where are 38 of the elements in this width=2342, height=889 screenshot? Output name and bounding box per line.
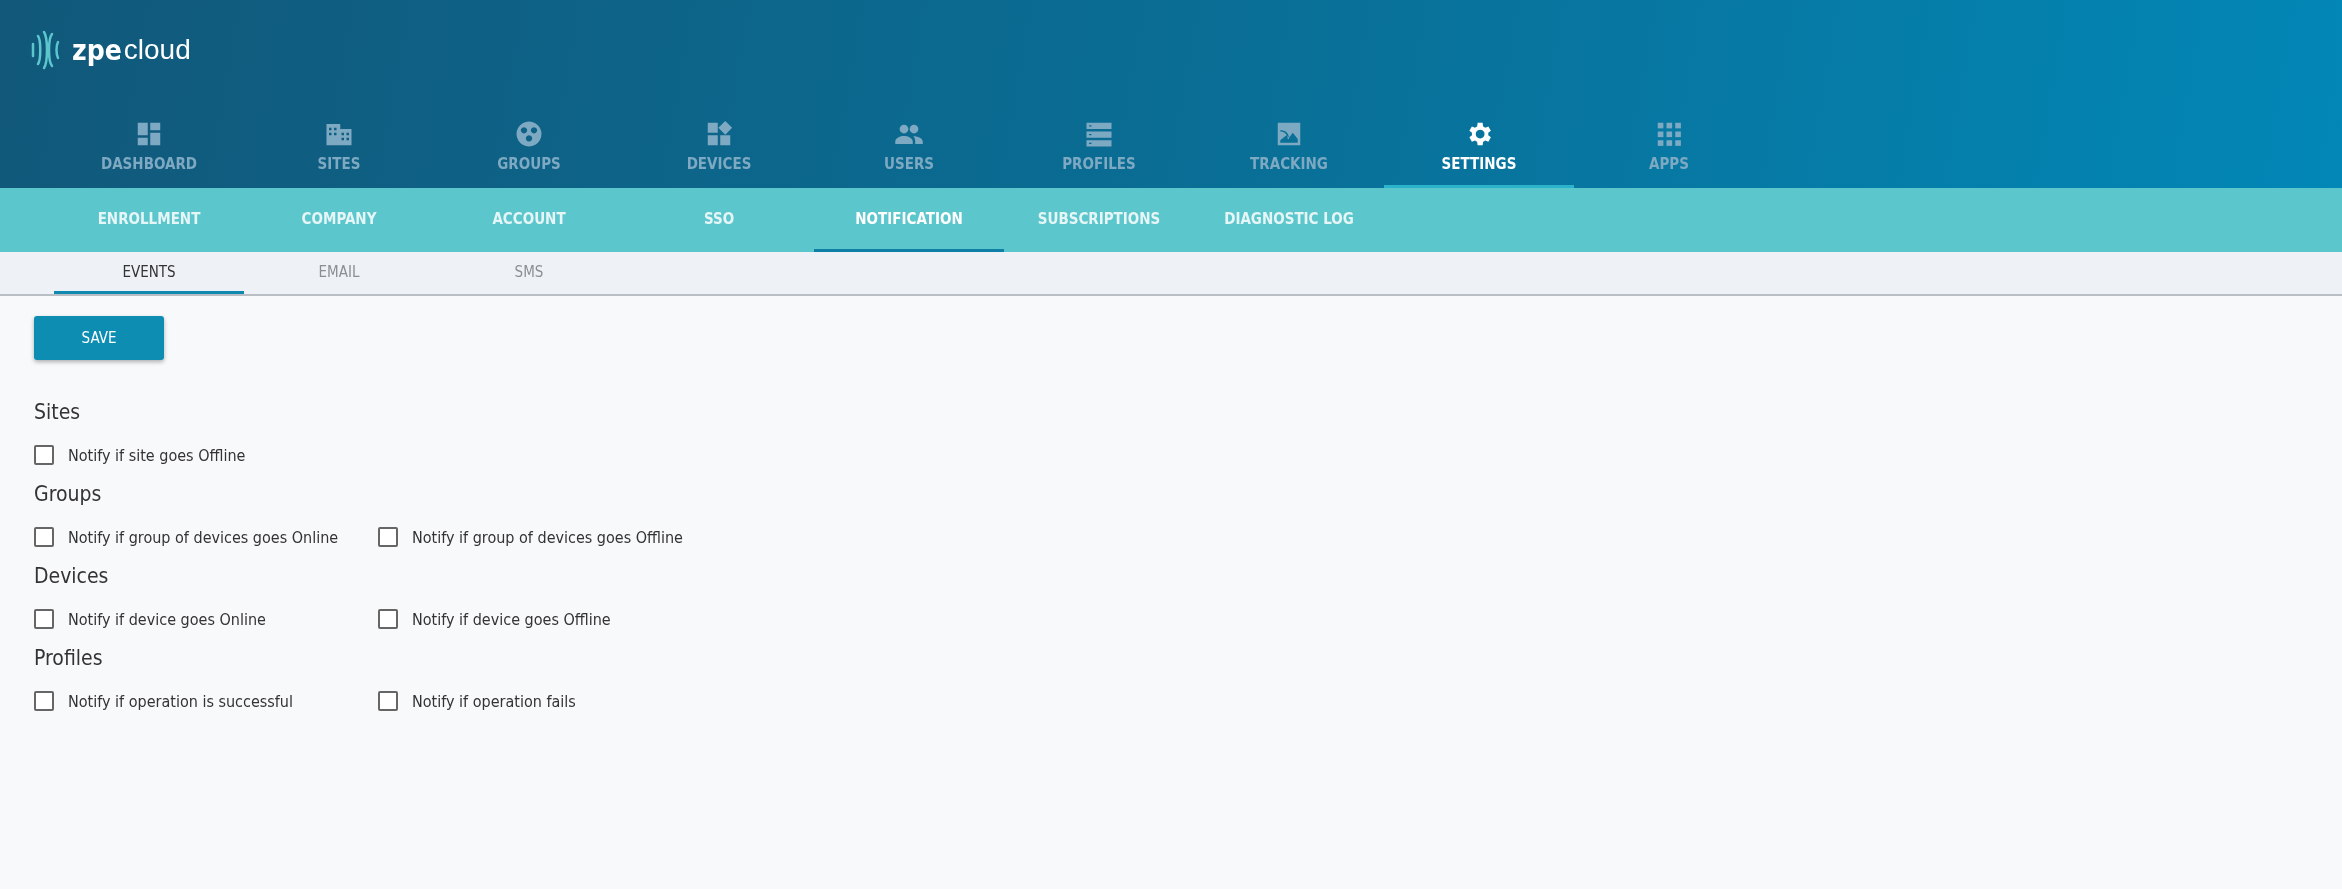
section-title: Profiles [34,646,104,670]
checkbox[interactable] [34,609,54,629]
checkbox-label: Notify if operation is successful [68,691,293,711]
section-title: Groups [34,482,103,506]
checkbox-label: Notify if device goes Online [68,609,266,629]
page-tab[interactable]: EMAIL [244,252,434,294]
subnav-tab[interactable]: DIAGNOSTIC LOG [1194,188,1384,252]
checkbox[interactable] [378,691,398,711]
checkbox-label: Notify if device goes Offline [412,609,611,629]
section-title: Sites [34,400,82,424]
nav-tab[interactable]: TRACKING [1194,106,1384,188]
nav-tab[interactable]: PROFILES [1004,106,1194,188]
subnav-tab[interactable]: ACCOUNT [434,188,624,252]
checkbox[interactable] [378,527,398,547]
checkbox[interactable] [378,609,398,629]
subnav-tab[interactable]: COMPANY [244,188,434,252]
checkbox-label: Notify if group of devices goes Offline [412,527,683,547]
subnav-tab[interactable]: SSO [624,188,814,252]
nav-tab[interactable]: GROUPS [434,106,624,188]
subnav-tab[interactable]: SUBSCRIPTIONS [1004,188,1194,252]
nav-tab[interactable]: APPS [1574,106,1764,188]
page-tab[interactable]: SMS [434,252,624,294]
checkbox[interactable] [34,691,54,711]
nav-tab[interactable]: USERS [814,106,1004,188]
subnav-tab[interactable]: ENROLLMENT [54,188,244,252]
save-button[interactable]: SAVE [34,316,164,360]
nav-tab[interactable]: SITES [244,106,434,188]
checkbox[interactable] [34,527,54,547]
logo-text: cloud [123,34,191,66]
logo-text: zpe [72,33,122,67]
nav-tab[interactable]: DEVICES [624,106,814,188]
section-title: Devices [34,564,110,588]
page-tab[interactable]: EVENTS [54,252,244,294]
nav-tab[interactable]: DASHBOARD [54,106,244,188]
checkbox-label: Notify if group of devices goes Online [68,527,339,547]
checkbox-label: Notify if site goes Offline [68,445,246,465]
checkbox-label: Notify if operation fails [412,691,576,711]
checkbox[interactable] [34,445,54,465]
